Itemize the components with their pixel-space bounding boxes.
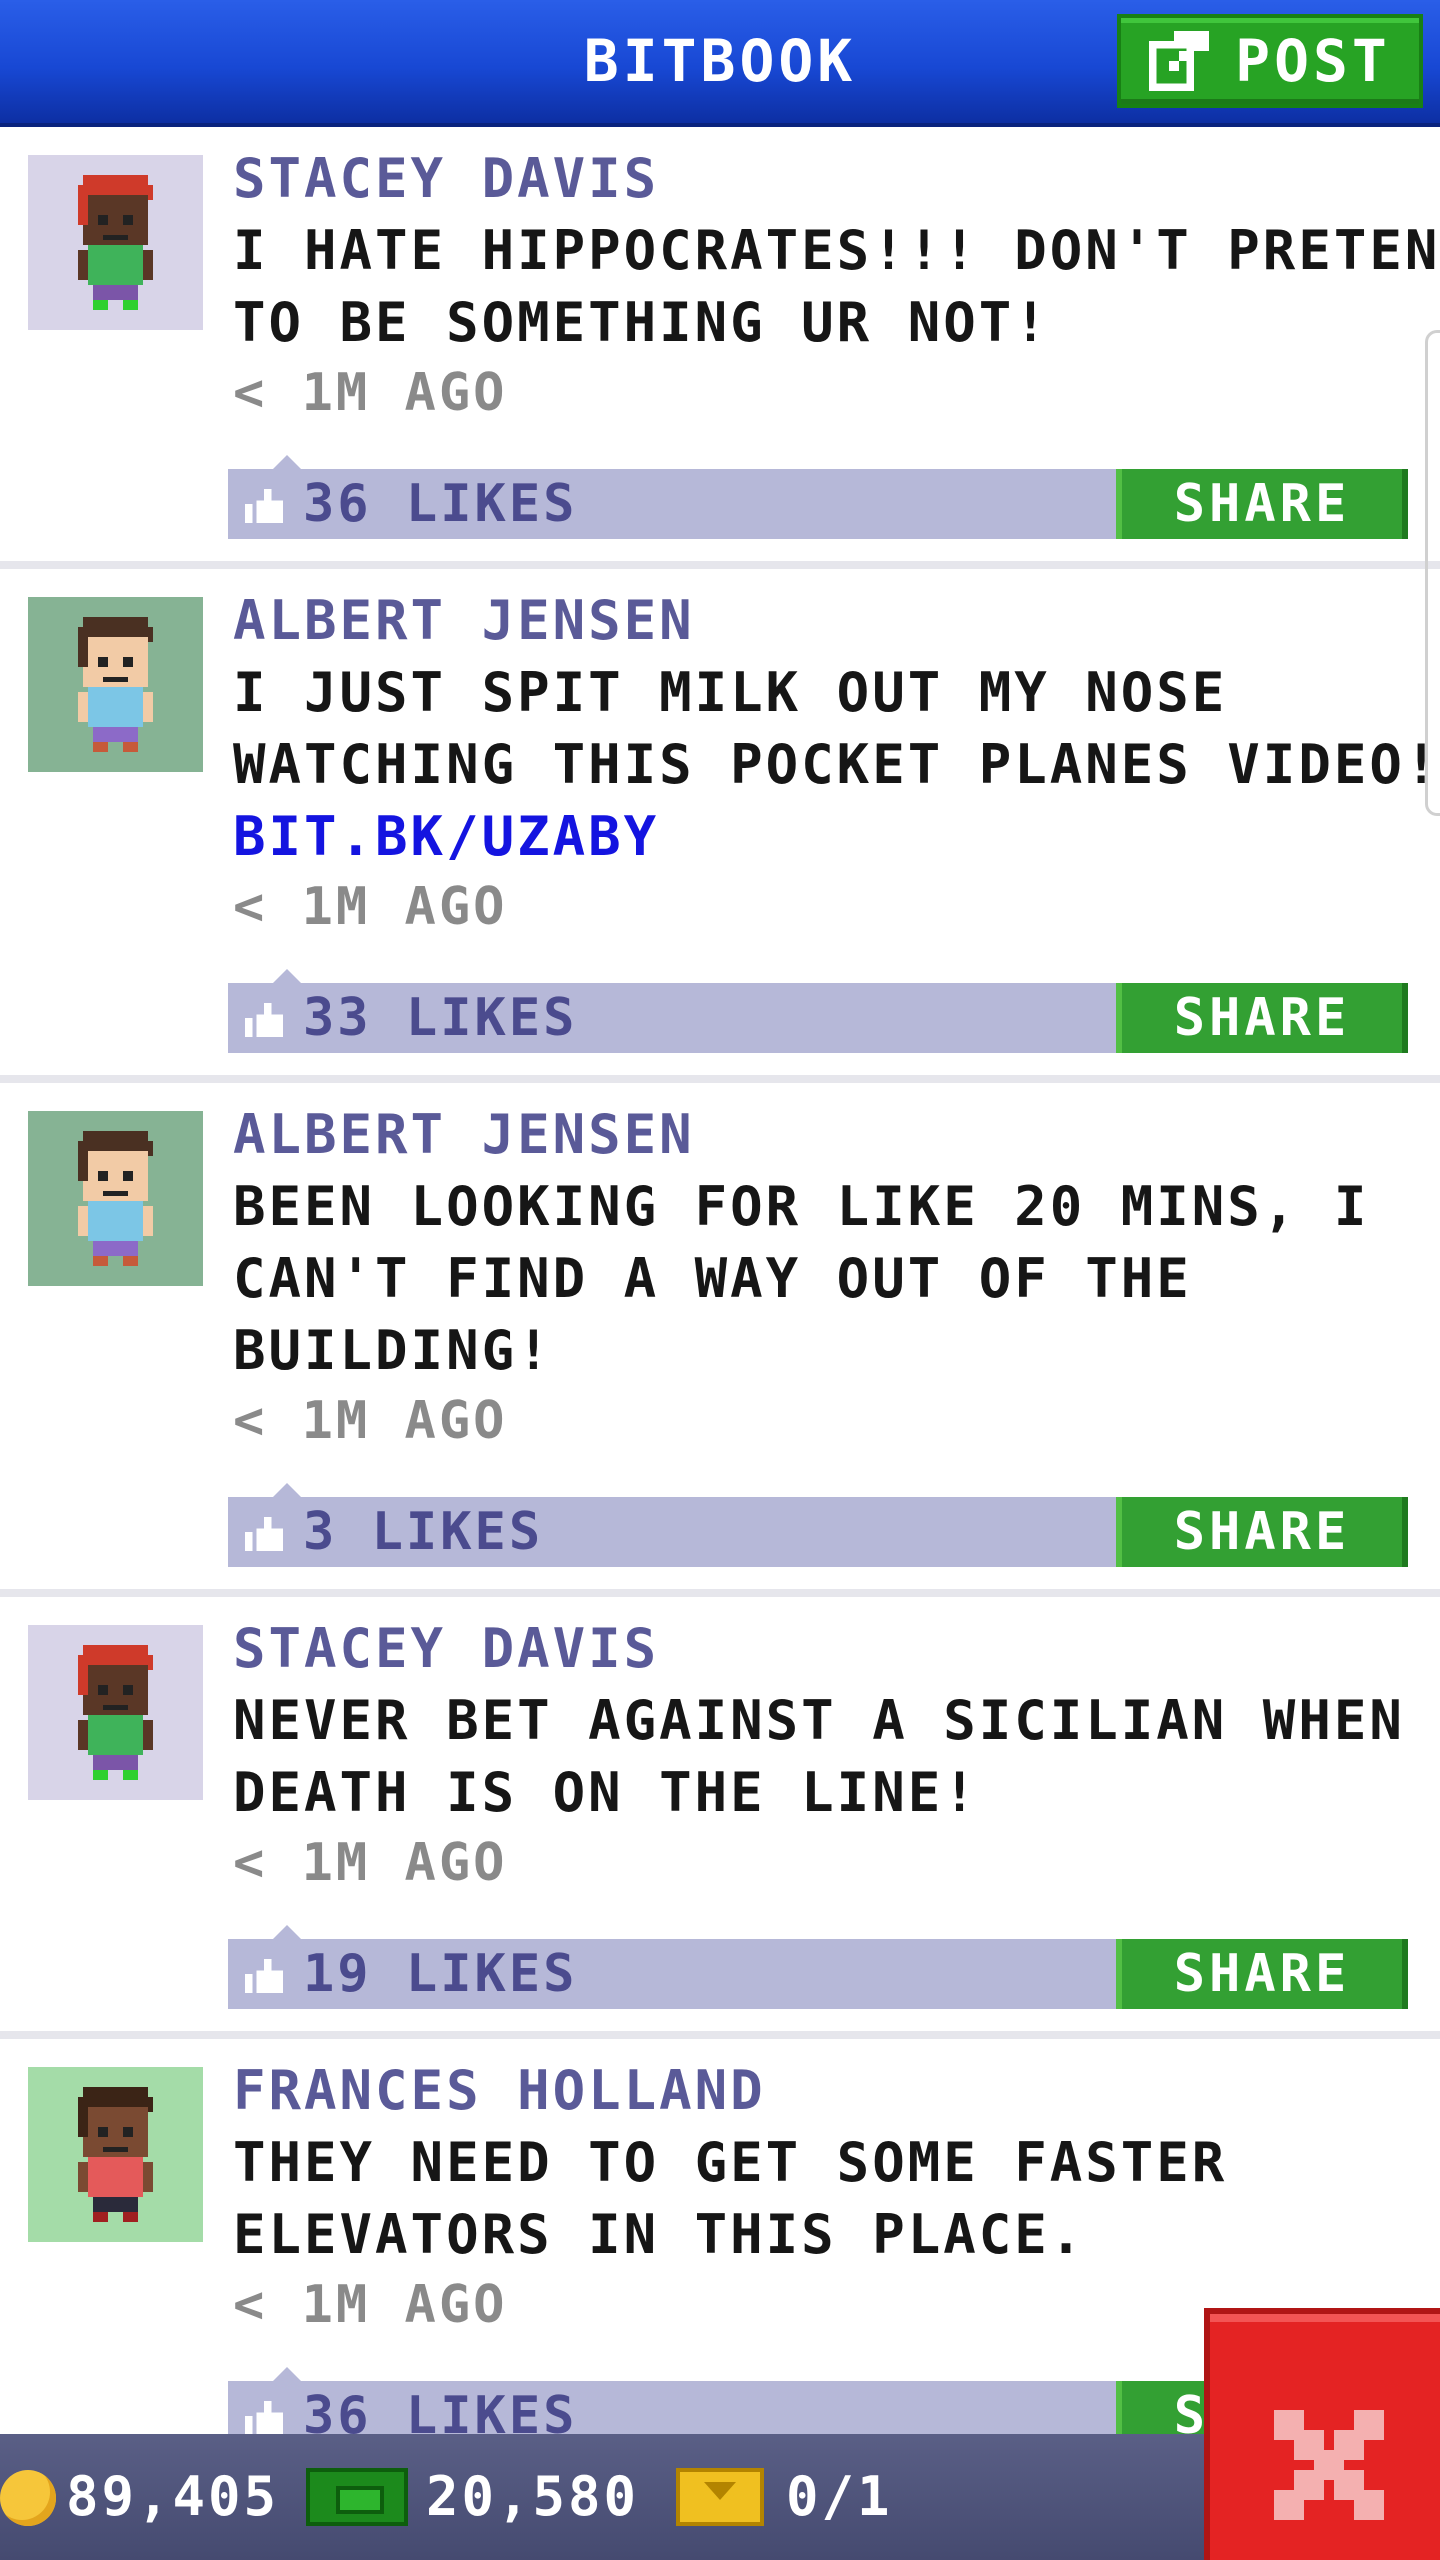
likes-bar: 3 LIKES SHARE — [228, 1483, 1408, 1567]
post-message-line: CAN'T FIND A WAY OUT OF THE — [233, 1247, 1192, 1310]
post-timestamp: < 1M AGO — [233, 1391, 508, 1451]
likes-count[interactable]: 19 LIKES — [303, 1939, 577, 2009]
likes-bar-notch — [273, 1483, 301, 1497]
post-card: STACEY DAVIS NEVER BET AGAINST A SICILIAN… — [0, 1597, 1440, 2039]
coin-icon — [0, 2470, 56, 2526]
avatar[interactable] — [28, 2067, 203, 2242]
post-card: ALBERT JENSEN BEEN LOOKING FOR LIKE 20 MI… — [0, 1083, 1440, 1597]
post-message-line: ELEVATORS IN THIS PLACE. — [233, 2203, 1086, 2266]
avatar[interactable] — [28, 155, 203, 330]
avatar[interactable] — [28, 597, 203, 772]
post-label: POST — [1235, 27, 1391, 95]
edit-icon — [1149, 31, 1210, 91]
share-button[interactable]: SHARE — [1116, 469, 1408, 539]
app-header: BITBOOK POST — [0, 0, 1440, 127]
post-message-line: BEEN LOOKING FOR LIKE 20 MINS, I — [233, 1175, 1370, 1238]
post-message-line: DEATH IS ON THE LINE! — [233, 1761, 979, 1824]
post-author[interactable]: STACEY DAVIS — [233, 1617, 659, 1680]
thumbs-up-icon — [245, 1003, 283, 1037]
likes-count[interactable]: 36 LIKES — [303, 469, 577, 539]
close-icon — [1274, 2410, 1384, 2520]
post-message-line: WATCHING THIS POCKET PLANES VIDEO! — [233, 733, 1440, 796]
avatar[interactable] — [28, 1111, 203, 1286]
post-button[interactable]: POST — [1117, 14, 1423, 108]
post-message-line: THEY NEED TO GET SOME FASTER — [233, 2131, 1228, 2194]
likes-bar-notch — [273, 2367, 301, 2381]
post-message-line: TO BE SOMETHING UR NOT! — [233, 291, 1050, 354]
likes-bar-notch — [273, 1925, 301, 1939]
thumbs-up-icon — [245, 1517, 283, 1551]
thumbs-up-icon — [245, 1959, 283, 1993]
share-button[interactable]: SHARE — [1116, 983, 1408, 1053]
likes-bar: 19 LIKES SHARE — [228, 1925, 1408, 2009]
tickets-value: 0/1 — [786, 2465, 893, 2528]
avatar[interactable] — [28, 1625, 203, 1800]
close-button[interactable] — [1204, 2308, 1440, 2560]
post-author[interactable]: STACEY DAVIS — [233, 147, 659, 210]
post-divider — [0, 2031, 1440, 2039]
post-message-line: NEVER BET AGAINST A SICILIAN WHEN — [233, 1689, 1405, 1752]
thumbs-up-icon — [245, 2401, 283, 2435]
post-link[interactable]: BIT.BK/UZABY — [233, 805, 659, 868]
post-message-line: I JUST SPIT MILK OUT MY NOSE — [233, 661, 1228, 724]
scrollbar[interactable] — [1425, 330, 1440, 816]
share-button[interactable]: SHARE — [1116, 1497, 1408, 1567]
likes-bar: 33 LIKES SHARE — [228, 969, 1408, 1053]
post-message-line: I HATE HIPPOCRATES!!! DON'T PRETEND — [233, 219, 1440, 282]
post-timestamp: < 1M AGO — [233, 363, 508, 423]
likes-bar: 36 LIKES SHARE — [228, 455, 1408, 539]
likes-count[interactable]: 33 LIKES — [303, 983, 577, 1053]
post-divider — [0, 1075, 1440, 1083]
post-timestamp: < 1M AGO — [233, 1833, 508, 1893]
post-timestamp: < 1M AGO — [233, 2275, 508, 2335]
likes-count[interactable]: 3 LIKES — [303, 1497, 543, 1567]
post-author[interactable]: FRANCES HOLLAND — [233, 2059, 766, 2122]
post-message-line: BUILDING! — [233, 1319, 553, 1382]
post-card: STACEY DAVIS I HATE HIPPOCRATES!!! DON'T … — [0, 127, 1440, 569]
post-divider — [0, 1589, 1440, 1597]
post-divider — [0, 561, 1440, 569]
post-timestamp: < 1M AGO — [233, 877, 508, 937]
ticket-icon — [676, 2468, 764, 2526]
post-card: ALBERT JENSEN I JUST SPIT MILK OUT MY NOS… — [0, 569, 1440, 1083]
likes-bar-notch — [273, 969, 301, 983]
coins-value: 89,405 — [66, 2465, 280, 2528]
thumbs-up-icon — [245, 489, 283, 523]
share-button[interactable]: SHARE — [1116, 1939, 1408, 2009]
likes-bar-notch — [273, 455, 301, 469]
post-author[interactable]: ALBERT JENSEN — [233, 1103, 695, 1166]
bux-value: 20,580 — [426, 2465, 640, 2528]
bux-icon — [306, 2468, 408, 2526]
post-author[interactable]: ALBERT JENSEN — [233, 589, 695, 652]
